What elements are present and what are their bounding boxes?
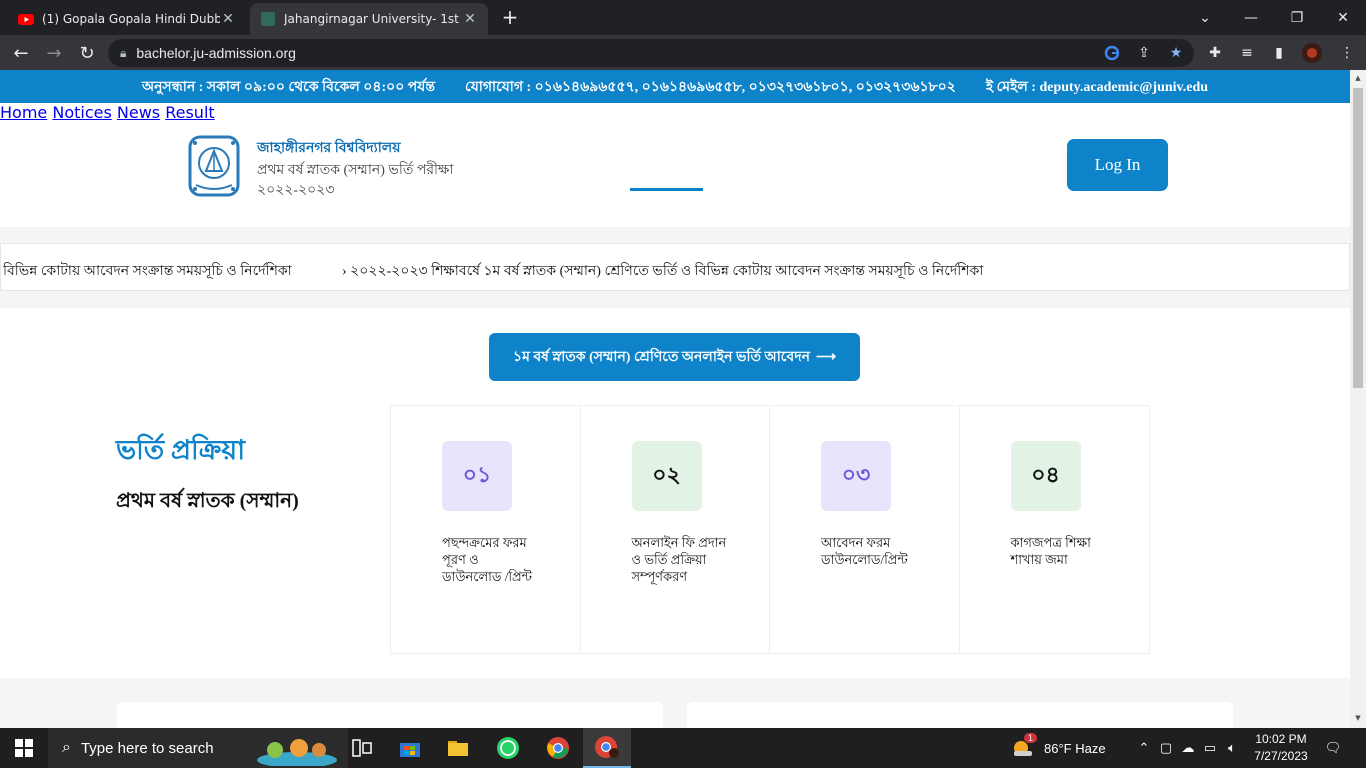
close-tab-icon[interactable]: ✕ (462, 11, 478, 27)
step-card: ০২ অনলাইন ফি প্রদান ও ভর্তি প্রক্রিয়া স… (581, 406, 770, 653)
admission-section: ১ম বর্ষ স্নাতক (সম্মান) শ্রেণিতে অনলাইন … (0, 308, 1350, 678)
process-title: ভর্তি প্রক্রিয়া (116, 435, 246, 465)
close-window-button[interactable]: ✕ (1320, 0, 1366, 35)
step-card: ০৩ আবেদন ফরম ডাউনলোড/প্রিন্ট (770, 406, 960, 653)
windows-logo-icon (15, 739, 33, 757)
start-button[interactable] (0, 728, 48, 768)
web-page: অনুসন্ধান : সকাল ০৯:০০ থেকে বিকেল ০৪:০০ … (0, 70, 1350, 728)
online-apply-button[interactable]: ১ম বর্ষ স্নাতক (সম্মান) শ্রেণিতে অনলাইন … (489, 333, 860, 381)
weather-widget[interactable]: 1 86°F Haze (1012, 728, 1106, 768)
contact-email: ই মেইল : deputy.academic@juniv.edu (985, 79, 1209, 95)
reload-icon[interactable]: ↻ (74, 40, 100, 66)
clock[interactable]: 10:02 PM 7/27/2023 (1246, 731, 1316, 765)
profile-avatar[interactable] (1301, 42, 1323, 64)
media-control-icon[interactable]: ≡ (1236, 42, 1258, 64)
google-icon[interactable] (1101, 42, 1123, 64)
scroll-up-icon[interactable]: ▲ (1353, 74, 1363, 84)
side-panel-icon[interactable]: ▮ (1268, 42, 1290, 64)
tab-search-icon[interactable]: ⌄ (1182, 0, 1228, 35)
restore-button[interactable]: ❐ (1274, 0, 1320, 35)
site-icon (261, 12, 275, 26)
share-icon[interactable]: ⇪ (1133, 42, 1155, 64)
process-steps: ০১ পছন্দক্রমের ফরম পূরণ ও ডাউনলোড /প্রিন… (390, 405, 1150, 654)
browser-toolbar: ← → ↻ 🔒︎ bachelor.ju-admission.org ⇪ ★ ✚… (0, 35, 1366, 70)
whatsapp-icon[interactable] (484, 728, 532, 768)
microsoft-store-icon[interactable] (386, 728, 434, 768)
system-tray: ⌃ ▢ ☁ ▭ 🔈︎ (1133, 728, 1243, 768)
lock-icon: 🔒︎ (120, 45, 127, 60)
notice-ticker: বিভিন্ন কোটায় আবেদন সংক্রান্ত সময়সূচি … (0, 243, 1350, 291)
step-number: ০৩ (821, 441, 891, 511)
volume-icon[interactable]: 🔈︎ (1221, 740, 1243, 756)
step-number: ০২ (631, 441, 702, 511)
clock-date: 7/27/2023 (1254, 749, 1308, 763)
session-year: ২০২২-২০২৩ (257, 183, 335, 198)
close-tab-icon[interactable]: ✕ (220, 11, 236, 27)
browser-tab-bar: (1) Gopala Gopala Hindi Dubbed ✕ Jahangi… (0, 0, 1366, 35)
login-button[interactable]: Log In (1067, 139, 1168, 191)
university-name[interactable]: জাহাঙ্গীরনগর বিশ্ববিদ্যালয় (257, 136, 400, 160)
ticker-item[interactable]: › ২০২২-২০২৩ শিক্ষাবর্ষে ১ম বর্ষ স্নাতক (… (342, 259, 983, 283)
nav-home[interactable]: Home (0, 103, 47, 122)
chrome-profile-icon[interactable] (583, 728, 631, 768)
address-bar[interactable]: 🔒︎ bachelor.ju-admission.org (108, 39, 1194, 67)
notification-center-icon[interactable]: 🗨︎ (1322, 728, 1344, 768)
step-number: ০৪ (1010, 441, 1081, 511)
office-hours: অনুসন্ধান : সকাল ০৯:০০ থেকে বিকেল ০৪:০০ … (141, 79, 436, 95)
nav-notices[interactable]: Notices (52, 103, 111, 122)
bookmark-star-icon[interactable]: ★ (1165, 42, 1187, 64)
nav-news[interactable]: News (117, 103, 160, 122)
minimize-button[interactable]: — (1228, 0, 1274, 35)
tab-jahangirnagar[interactable]: Jahangirnagar University- 1st Yea ✕ (250, 3, 488, 35)
search-placeholder: Type here to search (80, 739, 214, 757)
nav-result[interactable]: Result (165, 103, 214, 122)
extensions-icon[interactable]: ✚ (1204, 42, 1226, 64)
network-icon[interactable]: ▭ (1199, 740, 1221, 756)
university-logo[interactable] (186, 133, 242, 199)
site-header: জাহাঙ্গীরনগর বিশ্ববিদ্যালয় প্রথম বর্ষ স… (0, 103, 1350, 227)
info-card-right (687, 702, 1233, 728)
info-card-left (117, 702, 663, 728)
step-description: পছন্দক্রমের ফরম পূরণ ও ডাউনলোড /প্রিন্ট (442, 535, 532, 584)
chevron-up-icon[interactable]: ⌃ (1133, 740, 1155, 756)
tab-youtube[interactable]: (1) Gopala Gopala Hindi Dubbed ✕ (8, 3, 246, 35)
step-card: ০৪ কাগজপত্র শিক্ষা শাখায় জমা (960, 406, 1150, 653)
clock-time: 10:02 PM (1255, 732, 1307, 746)
apply-button-label: ১ম বর্ষ স্নাতক (সম্মান) শ্রেণিতে অনলাইন … (512, 350, 810, 365)
step-card: ০১ পছন্দক্রমের ফরম পূরণ ও ডাউনলোড /প্রিন… (391, 406, 581, 653)
scroll-down-icon[interactable]: ▼ (1353, 714, 1363, 724)
main-nav: Home Notices News Result (0, 103, 1350, 122)
ticker-item[interactable]: বিভিন্ন কোটায় আবেদন সংক্রান্ত সময়সূচি … (3, 259, 292, 283)
notification-badge: 1 (1024, 732, 1038, 743)
tab-title: (1) Gopala Gopala Hindi Dubbed (42, 12, 220, 26)
onedrive-cloud-icon[interactable]: ☁ (1177, 740, 1199, 756)
menu-icon[interactable]: ⋮ (1336, 42, 1358, 64)
back-icon[interactable]: ← (8, 40, 34, 66)
chrome-icon[interactable] (534, 728, 582, 768)
step-number: ০১ (442, 441, 512, 511)
step-description: আবেদন ফরম ডাউনলোড/প্রিন্ট (821, 535, 908, 567)
search-icon: ⌕ (62, 739, 71, 756)
forward-icon[interactable]: → (41, 40, 67, 66)
step-description: অনলাইন ফি প্রদান ও ভর্তি প্রক্রিয়া সম্প… (631, 535, 727, 584)
scroll-thumb[interactable] (1353, 88, 1363, 388)
new-tab-button[interactable]: + (498, 6, 522, 30)
task-view-icon[interactable] (338, 728, 386, 768)
youtube-icon (18, 14, 34, 25)
info-bar: অনুসন্ধান : সকাল ০৯:০০ থেকে বিকেল ০৪:০০ … (0, 70, 1350, 103)
url-text: bachelor.ju-admission.org (136, 45, 296, 61)
weather-text: 86°F Haze (1044, 740, 1106, 756)
process-subtitle: প্রথম বর্ষ স্নাতক (সম্মান) (116, 490, 299, 512)
meet-now-icon[interactable]: ▢ (1155, 740, 1177, 756)
contact-numbers: যোগাযোগ : ০১৬১৪৬৯৬৫৫৭, ০১৬১৪৬৯৬৫৫৮, ০১৩২… (465, 79, 956, 95)
arrow-right-icon: ⟶ (815, 349, 837, 365)
active-nav-indicator (630, 188, 703, 191)
tab-title: Jahangirnagar University- 1st Yea (284, 12, 462, 26)
search-highlight-art (257, 739, 337, 766)
step-description: কাগজপত্র শিক্ষা শাখায় জমা (1010, 535, 1091, 567)
windows-taskbar: ⌕ Type here to search 1 86°F Haze ⌃ ▢ ☁ … (0, 728, 1366, 768)
file-explorer-icon[interactable] (434, 728, 482, 768)
page-scrollbar[interactable]: ▲ ▼ (1350, 70, 1366, 728)
weather-icon: 1 (1012, 732, 1038, 760)
